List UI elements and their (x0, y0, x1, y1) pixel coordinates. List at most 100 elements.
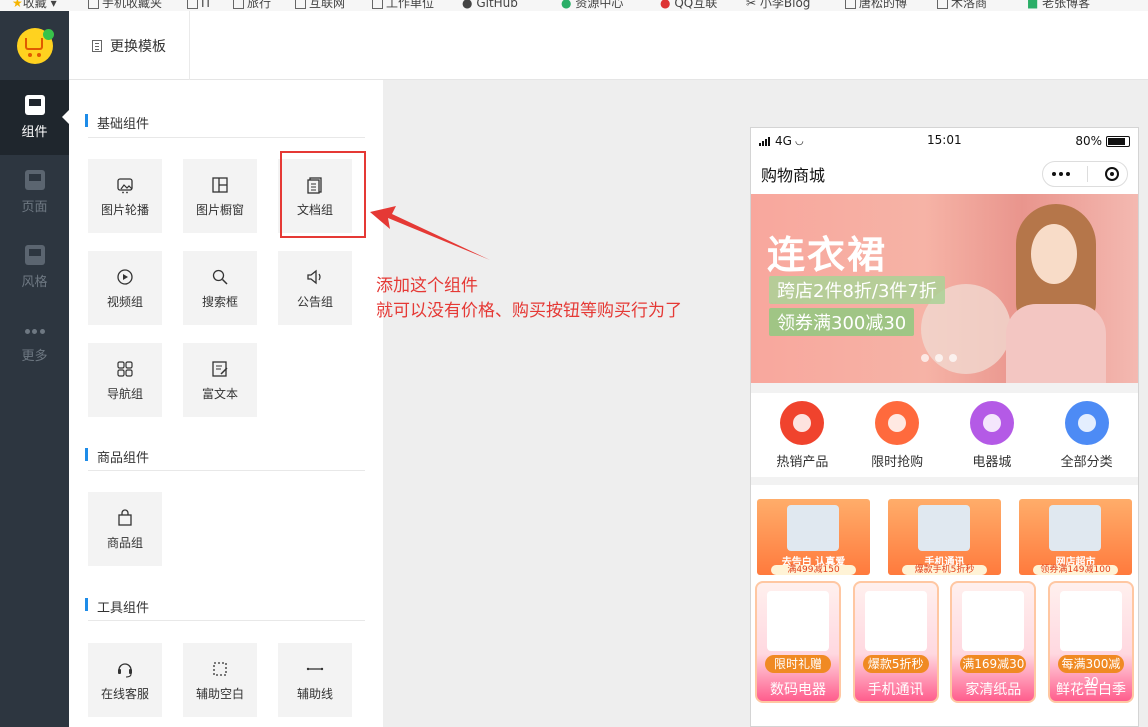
more-icon[interactable] (1051, 172, 1070, 176)
component-nav[interactable]: 导航组 (88, 343, 162, 417)
product-card-row: 限时礼赠 数码电器 爆款5折秒 手机通讯 满169减30 家清纸品 每满300减… (751, 575, 1138, 703)
rail-item-style[interactable]: 风格 (0, 230, 69, 305)
component-image-window[interactable]: 图片橱窗 (183, 159, 257, 233)
bookmark-item[interactable]: 手机收藏夹 (88, 0, 162, 10)
promo-sub: 领券满149减100 (1033, 565, 1118, 575)
rail-item-pages[interactable]: 页面 (0, 155, 69, 230)
product-card[interactable]: 爆款5折秒 手机通讯 (852, 581, 939, 703)
promo-tile[interactable]: 去告白 认真爱 满499减150 (757, 499, 870, 575)
qq-icon: ● (660, 0, 671, 10)
promo-tile[interactable]: 网店超市 领券满149减100 (1019, 499, 1132, 575)
bookmark-item[interactable]: ★收藏 ▾ (12, 0, 57, 10)
component-label: 视频组 (106, 294, 143, 309)
annotation-arrow (370, 206, 490, 260)
logo[interactable] (0, 11, 69, 80)
change-template-label: 更换模板 (110, 38, 166, 55)
bookmark-item[interactable]: ● GitHub (462, 0, 518, 10)
product-image (767, 591, 829, 651)
bookmark-item[interactable]: ● QQ互联 (660, 0, 717, 10)
network-label: 4G (775, 134, 792, 148)
all-categories-icon (1064, 400, 1109, 445)
image-carousel-icon (117, 177, 133, 193)
component-label: 公告组 (296, 294, 333, 309)
component-label: 商品组 (106, 535, 143, 550)
card-tag: 满169减30 (960, 655, 1027, 673)
page-title: 购物商城 (761, 166, 826, 185)
divider (88, 137, 365, 138)
card-name: 手机通讯 (867, 682, 924, 698)
product-image (1049, 505, 1101, 551)
miniprogram-capsule[interactable] (1042, 161, 1128, 187)
folder-icon (187, 0, 198, 9)
component-label: 富文本 (201, 386, 238, 401)
battery-icon (1106, 135, 1130, 147)
product-image (864, 591, 927, 651)
flame-icon (780, 400, 825, 445)
category-electronics[interactable]: 电器城 (952, 400, 1032, 470)
battery-percent: 80% (1075, 134, 1102, 148)
rail-item-label: 组件 (21, 125, 48, 140)
category-hot[interactable]: 热销产品 (762, 400, 842, 470)
bookmark-item[interactable]: ● 资源中心 (561, 0, 623, 10)
component-label: 图片轮播 (100, 202, 149, 217)
product-card[interactable]: 满169减30 家清纸品 (950, 581, 1037, 703)
product-card[interactable]: 限时礼赠 数码电器 (755, 581, 841, 703)
category-flash-sale[interactable]: 限时抢购 (857, 400, 937, 470)
section-title-tools: 工具组件 (84, 597, 149, 616)
component-goods[interactable]: 商品组 (88, 492, 162, 566)
component-search[interactable]: 搜索框 (183, 251, 257, 325)
component-notice[interactable]: 公告组 (278, 251, 352, 325)
product-card[interactable]: 每满300减30 鲜花告白季 (1047, 581, 1134, 703)
carousel-dots (921, 354, 957, 362)
component-label: 导航组 (106, 386, 143, 401)
component-online-service[interactable]: 在线客服 (88, 643, 162, 717)
rail-item-more[interactable]: 更多 (0, 305, 69, 380)
banner-promo: 领券满300减30 (769, 308, 915, 336)
phone-status-bar: 4G ◡ 15:01 80% (751, 128, 1138, 154)
folder-icon (88, 0, 99, 9)
component-label: 图片橱窗 (195, 202, 244, 217)
bookmark-item[interactable]: ✂ 小李Blog (746, 0, 810, 10)
component-label: 在线客服 (100, 686, 149, 701)
change-template-button[interactable]: 更换模板 (69, 11, 190, 80)
rail-item-label: 页面 (21, 200, 48, 215)
card-name: 家清纸品 (965, 682, 1022, 698)
section-title-basic: 基础组件 (84, 113, 149, 132)
bookmark-item[interactable]: IT (187, 0, 212, 10)
divider (88, 620, 365, 621)
component-video[interactable]: 视频组 (88, 251, 162, 325)
bookmark-item[interactable]: 互联网 (295, 0, 345, 10)
banner-carousel[interactable]: 连衣裙 跨店2件8折/3件7折 领券满300减30 (751, 194, 1138, 383)
bookmark-item[interactable]: ■ 老张博客 (1027, 0, 1090, 10)
product-image (1059, 591, 1122, 651)
cart-logo-icon (16, 27, 54, 64)
left-rail: 组件 页面 风格 更多 (0, 11, 69, 727)
rail-item-components[interactable]: 组件 (0, 80, 69, 155)
flash-sale-icon (875, 400, 920, 445)
blog-icon: ■ (1027, 0, 1039, 10)
nav-icon (117, 360, 133, 377)
component-line[interactable]: 辅助线 (278, 643, 352, 717)
top-bar: 更换模板 (69, 11, 1148, 80)
bookmark-item[interactable]: 旅行 (233, 0, 271, 10)
product-image (918, 505, 970, 551)
wifi-icon: ◡ (794, 135, 804, 147)
component-richtext[interactable]: 富文本 (183, 343, 257, 417)
component-blank[interactable]: 辅助空白 (183, 643, 257, 717)
search-icon (212, 269, 228, 285)
close-target-icon[interactable] (1104, 167, 1119, 181)
richtext-icon (212, 360, 228, 377)
promo-sub: 满499减150 (771, 565, 856, 575)
promo-sub: 爆款手机5折秒 (902, 565, 987, 575)
category-all[interactable]: 全部分类 (1047, 400, 1127, 470)
component-image-carousel[interactable]: 图片轮播 (88, 159, 162, 233)
template-icon (92, 39, 102, 52)
category-label: 电器城 (972, 454, 1012, 470)
bookmark-item[interactable]: 木洛商 (937, 0, 987, 10)
status-time: 15:01 (927, 133, 962, 147)
style-icon (24, 245, 45, 265)
promo-tile[interactable]: 手机通讯 爆款手机5折秒 (888, 499, 1001, 575)
bookmark-item[interactable]: 工作单位 (372, 0, 434, 10)
bookmark-item[interactable]: 唐松的博 (845, 0, 907, 10)
card-tag: 每满300减30 (1057, 655, 1124, 689)
